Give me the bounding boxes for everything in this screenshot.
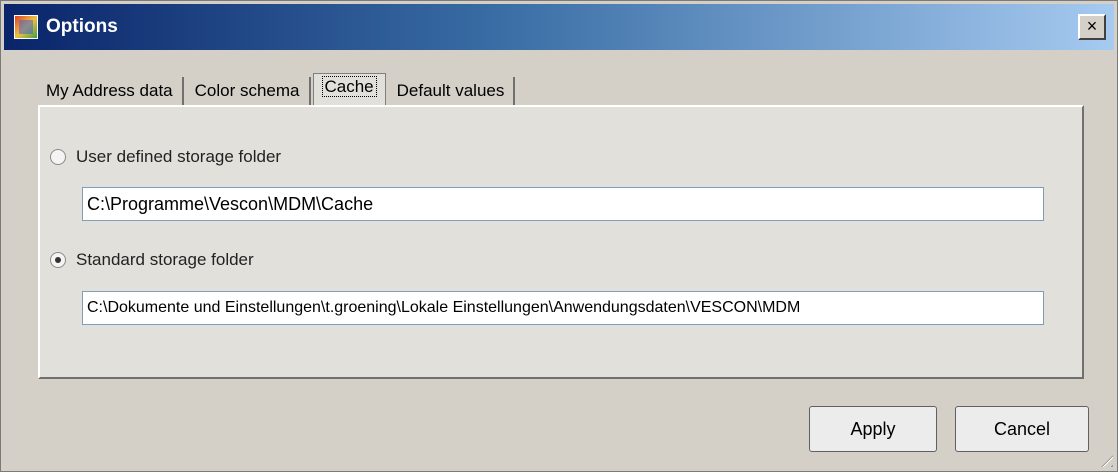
cancel-button[interactable]: Cancel (955, 406, 1089, 452)
apply-button[interactable]: Apply (809, 406, 937, 452)
title-bar[interactable]: Options × (4, 4, 1114, 50)
resize-grip-icon[interactable] (1095, 449, 1113, 467)
options-dialog: Options × My Address data Color schema C… (0, 0, 1118, 472)
options-app-icon (14, 15, 38, 39)
user-defined-path-field[interactable]: C:\Programme\Vescon\MDM\Cache (82, 187, 1044, 221)
close-icon[interactable]: × (1078, 14, 1106, 40)
tab-label: Color schema (194, 81, 300, 100)
tab-default-values[interactable]: Default values (387, 77, 516, 105)
user-defined-radio[interactable] (50, 149, 66, 165)
window-title: Options (46, 16, 118, 37)
standard-radio[interactable] (50, 252, 66, 268)
tab-color-schema[interactable]: Color schema (185, 77, 311, 105)
standard-path-field[interactable]: C:\Dokumente und Einstellungen\t.groenin… (82, 291, 1044, 325)
cache-tab-panel: User defined storage folder C:\Programme… (38, 105, 1084, 379)
standard-option[interactable]: Standard storage folder (50, 250, 254, 270)
tab-strip: My Address data Color schema Cache Defau… (37, 71, 517, 105)
tab-label: Cache (321, 76, 377, 97)
tab-label: My Address data (46, 81, 173, 100)
standard-label: Standard storage folder (76, 250, 254, 269)
user-defined-label: User defined storage folder (76, 147, 282, 166)
user-defined-option[interactable]: User defined storage folder (50, 147, 281, 167)
tab-label: Default values (396, 81, 505, 100)
tab-cache[interactable]: Cache (312, 73, 386, 105)
tab-my-address-data[interactable]: My Address data (37, 77, 184, 105)
